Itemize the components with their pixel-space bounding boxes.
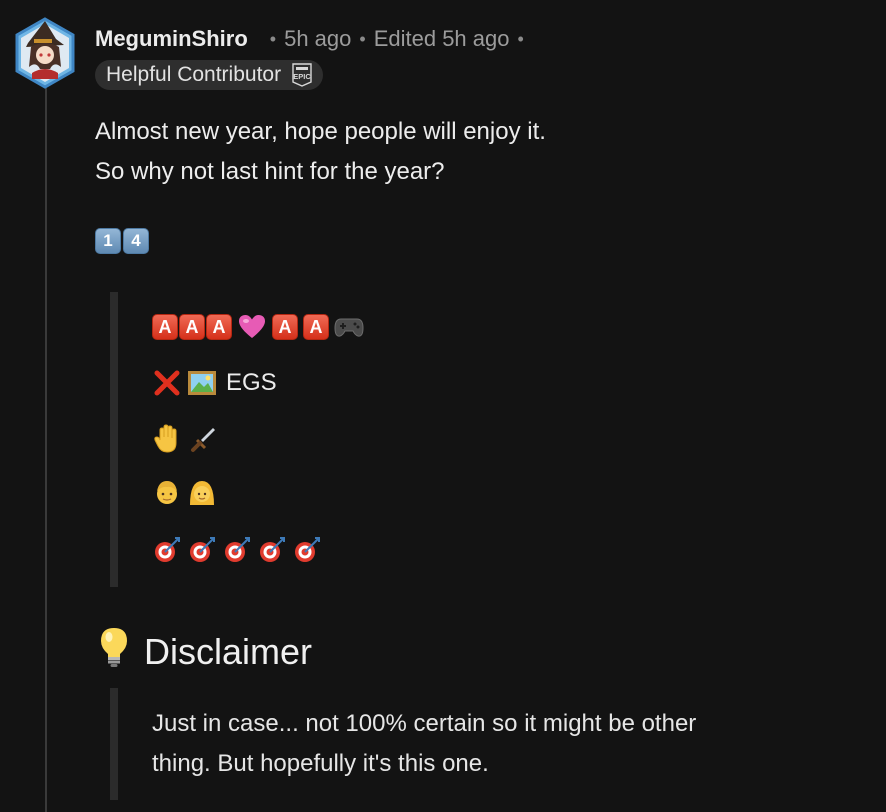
- epic-games-badge-icon: EPIC: [291, 62, 313, 88]
- woman-blond-icon: [187, 478, 217, 508]
- direct-hit-icon: [292, 535, 322, 565]
- a-button-icon: A: [179, 314, 205, 340]
- hint-line-2: EGS: [152, 368, 277, 398]
- user-flair: Helpful Contributor EPIC: [95, 60, 324, 90]
- light-bulb-icon: [98, 626, 130, 677]
- keycap-digit-one-icon: 1: [95, 228, 121, 254]
- edited-time: Edited 5h ago: [373, 26, 510, 51]
- flair-label: Helpful Contributor: [106, 63, 282, 86]
- cross-mark-icon: [152, 368, 182, 398]
- comment: MeguminShiro • 5h ago • Edited 5h ago • …: [0, 0, 886, 812]
- egs-text: EGS: [226, 369, 277, 396]
- separator-dot: •: [517, 28, 524, 49]
- disclaimer-text: Just in case... not 100% certain so it m…: [152, 704, 696, 784]
- disclaimer-heading: Disclaimer: [98, 626, 312, 677]
- avatar[interactable]: [14, 17, 76, 89]
- raised-hand-icon: [152, 424, 182, 454]
- a-button-icon: A: [206, 314, 232, 340]
- hint-line-5: [152, 535, 322, 565]
- body-line: Almost new year, hope people will enjoy …: [95, 118, 546, 145]
- keycap-number-group: 1 4: [95, 228, 149, 254]
- pink-heart-icon: [237, 312, 267, 342]
- dagger-icon: [187, 424, 217, 454]
- posted-time[interactable]: 5h ago: [284, 26, 351, 52]
- direct-hit-icon: [257, 535, 287, 565]
- a-button-icon: A: [303, 314, 329, 340]
- hint-line-4: [152, 478, 217, 508]
- direct-hit-icon: [222, 535, 252, 565]
- hint-line-1: A A A A A: [152, 312, 364, 342]
- a-button-icon: A: [272, 314, 298, 340]
- separator-dot: •: [269, 28, 277, 49]
- thread-collapse-line[interactable]: [45, 88, 47, 812]
- disclaimer-title: Disclaimer: [144, 630, 313, 672]
- hint-line-3: [152, 424, 217, 454]
- author-row: MeguminShiro • 5h ago • Edited 5h ago •: [95, 24, 532, 54]
- direct-hit-icon: [152, 535, 182, 565]
- body-line: So why not last hint for the year?: [95, 158, 445, 185]
- disclaimer-line: thing. But hopefully it's this one.: [152, 750, 489, 777]
- svg-text:EPIC: EPIC: [293, 72, 311, 81]
- comment-body: Almost new year, hope people will enjoy …: [95, 112, 546, 192]
- username-link[interactable]: MeguminShiro: [95, 26, 248, 52]
- man-blond-icon: [152, 478, 182, 508]
- separator-dot: •: [359, 28, 366, 49]
- direct-hit-icon: [187, 535, 217, 565]
- a-button-icon: A: [152, 314, 178, 340]
- keycap-digit-four-icon: 4: [123, 228, 149, 254]
- disclaimer-line: Just in case... not 100% certain so it m…: [152, 710, 697, 737]
- game-controller-icon: [334, 312, 364, 342]
- framed-picture-icon: [187, 368, 217, 398]
